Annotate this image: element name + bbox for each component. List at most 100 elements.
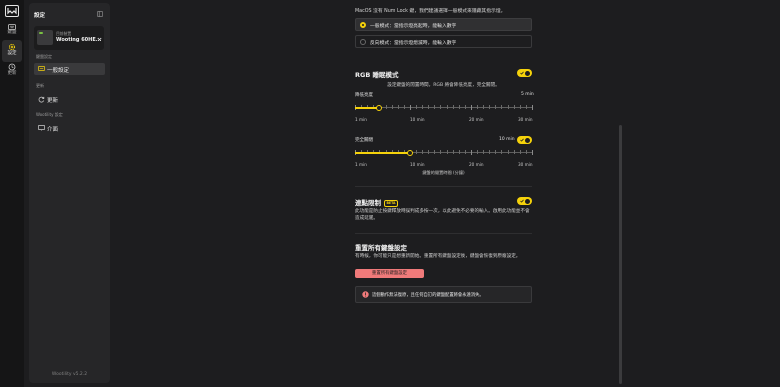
tick-label: 20 min — [469, 162, 484, 167]
dim-label: 降低亮度 — [355, 93, 373, 98]
slider-tick — [501, 150, 503, 154]
slider-tick — [477, 105, 478, 109]
rail-item-label: 鍵盤 — [7, 30, 17, 35]
slider-tick — [464, 105, 466, 109]
slider-tick — [532, 104, 533, 110]
slider-tick — [513, 105, 515, 109]
tick-label: 1 min — [355, 162, 367, 167]
numlock-option-inverted[interactable]: 反向模式：當指示燈熄滅時，能輸入數字 — [355, 35, 532, 48]
slider-tick — [434, 105, 435, 109]
radio-button[interactable] — [360, 39, 366, 45]
slider-tick — [525, 105, 527, 109]
slider-tick — [416, 105, 417, 109]
settings-sidebar: 設定 目前裝置 Wooting 60HE... 鍵盤設定 一般設定 更新 更新 … — [29, 3, 110, 383]
slider-tick — [507, 150, 509, 154]
option-label: 反向模式：當指示燈熄滅時，能輸入數字 — [370, 41, 457, 46]
slider-tick — [525, 150, 527, 154]
slider-tick — [489, 105, 490, 109]
debounce-title: 連點限制 BETA — [355, 197, 398, 207]
device-selector[interactable]: 目前裝置 Wooting 60HE... — [34, 26, 104, 50]
check-icon — [519, 71, 524, 75]
slider-tick — [440, 105, 442, 109]
slider-tick — [428, 105, 429, 109]
sidebar-item-interface[interactable]: 介面 — [34, 122, 105, 134]
slider-tick — [495, 105, 496, 109]
sidebar-item-general[interactable]: 一般設定 — [34, 63, 105, 75]
rail-item-label: 更新 — [7, 71, 17, 76]
slider-fill — [355, 151, 410, 154]
sidebar-item-label: 更新 — [47, 98, 59, 104]
debounce-toggle[interactable] — [517, 197, 532, 205]
reset-title: 重置所有鍵盤設定 — [355, 244, 407, 252]
slider-tick — [458, 150, 460, 154]
tick-label: 10 min — [410, 117, 425, 122]
dim-slider[interactable] — [355, 103, 533, 117]
scrollbar[interactable] — [619, 125, 622, 384]
check-icon — [519, 138, 524, 142]
slider-tick — [489, 150, 490, 154]
device-name: Wooting 60HE... — [56, 37, 102, 43]
off-label: 完全關閉 — [355, 138, 373, 143]
off-value: 10 min — [499, 137, 515, 142]
radio-button[interactable] — [360, 22, 366, 28]
slider-tick — [422, 105, 423, 109]
off-toggle[interactable] — [517, 136, 532, 144]
slider-tick — [434, 150, 435, 154]
reset-all-button[interactable]: 重置所有鍵盤設定 — [355, 269, 424, 278]
rgb-sleep-title: RGB 睡眠模式 — [355, 71, 399, 79]
rail-item-settings[interactable]: 設定 — [2, 40, 22, 62]
slider-tick — [397, 105, 399, 109]
numlock-option-normal[interactable]: 一般模式：當指示燈亮起時，能輸入數字 — [355, 18, 532, 31]
rail-item-label: 設定 — [7, 51, 17, 56]
slider-axis-caption: 鍵盤的閒置時間 (分鐘) — [422, 170, 465, 175]
warning-text: 這個動作無法復原，且任何自訂的鍵盤配置將會永遠消失。 — [372, 293, 484, 298]
sidebar-item-updates[interactable]: 更新 — [34, 93, 105, 105]
off-slider[interactable] — [355, 148, 533, 162]
reset-warning: 這個動作無法復原，且任何自訂的鍵盤配置將會永遠消失。 — [355, 286, 532, 303]
slider-tick — [501, 105, 503, 109]
slider-tick — [428, 150, 429, 154]
tick-label: 20 min — [469, 117, 484, 122]
slider-tick — [507, 105, 509, 109]
slider-tick — [416, 150, 417, 154]
slider-tick — [483, 150, 484, 154]
warning-icon — [362, 291, 369, 298]
debounce-description: 此功能是防止按鍵釋放時誤判成多按一次，以此避免不必要的輸入。啟用此功能並不會造成… — [355, 209, 530, 221]
slider-tick — [385, 105, 387, 109]
slider-tick — [470, 104, 472, 110]
slider-tick — [458, 105, 460, 109]
slider-tick — [477, 150, 478, 154]
slider-tick — [440, 150, 442, 154]
keyboard-icon — [38, 66, 45, 71]
monitor-icon — [38, 125, 45, 131]
slider-tick — [452, 105, 454, 109]
slider-handle[interactable] — [376, 104, 383, 111]
rgb-sleep-toggle[interactable] — [517, 69, 532, 77]
slider-tick — [391, 105, 393, 109]
app-rail: 鍵盤 設定 更新 — [0, 0, 24, 387]
collapse-sidebar-icon[interactable] — [97, 11, 103, 17]
refresh-icon — [38, 96, 45, 103]
beta-badge: BETA — [384, 199, 398, 207]
option-label: 一般模式：當指示燈亮起時，能輸入數字 — [370, 24, 457, 29]
debounce-title-text: 連點限制 — [355, 199, 381, 207]
sidebar-section-heading: 更新 — [36, 83, 44, 88]
section-divider — [355, 233, 532, 234]
clock-icon — [8, 63, 16, 71]
reset-description: 有時候，你可能只是想重新開始。重置所有鍵盤設定後，鍵盤會恢復到原廠設定。 — [355, 254, 521, 259]
slider-tick — [446, 105, 448, 109]
slider-tick — [422, 150, 423, 154]
slider-tick — [452, 150, 454, 154]
rgb-sleep-description: 設定鍵盤的閒置時間，RGB 將會降低亮度，完全關閉。 — [387, 83, 500, 88]
tick-label: 30 min — [518, 162, 533, 167]
sidebar-section-heading: Wootility 設定 — [36, 112, 63, 117]
slider-handle[interactable] — [406, 149, 413, 156]
slider-tick — [519, 150, 521, 154]
section-divider — [355, 186, 532, 187]
slider-tick — [464, 150, 466, 154]
gear-icon — [8, 43, 16, 51]
rail-item-updates[interactable]: 更新 — [2, 60, 22, 82]
wooting-logo — [5, 5, 19, 17]
slider-tick — [446, 150, 448, 154]
sidebar-item-label: 介面 — [47, 127, 59, 133]
